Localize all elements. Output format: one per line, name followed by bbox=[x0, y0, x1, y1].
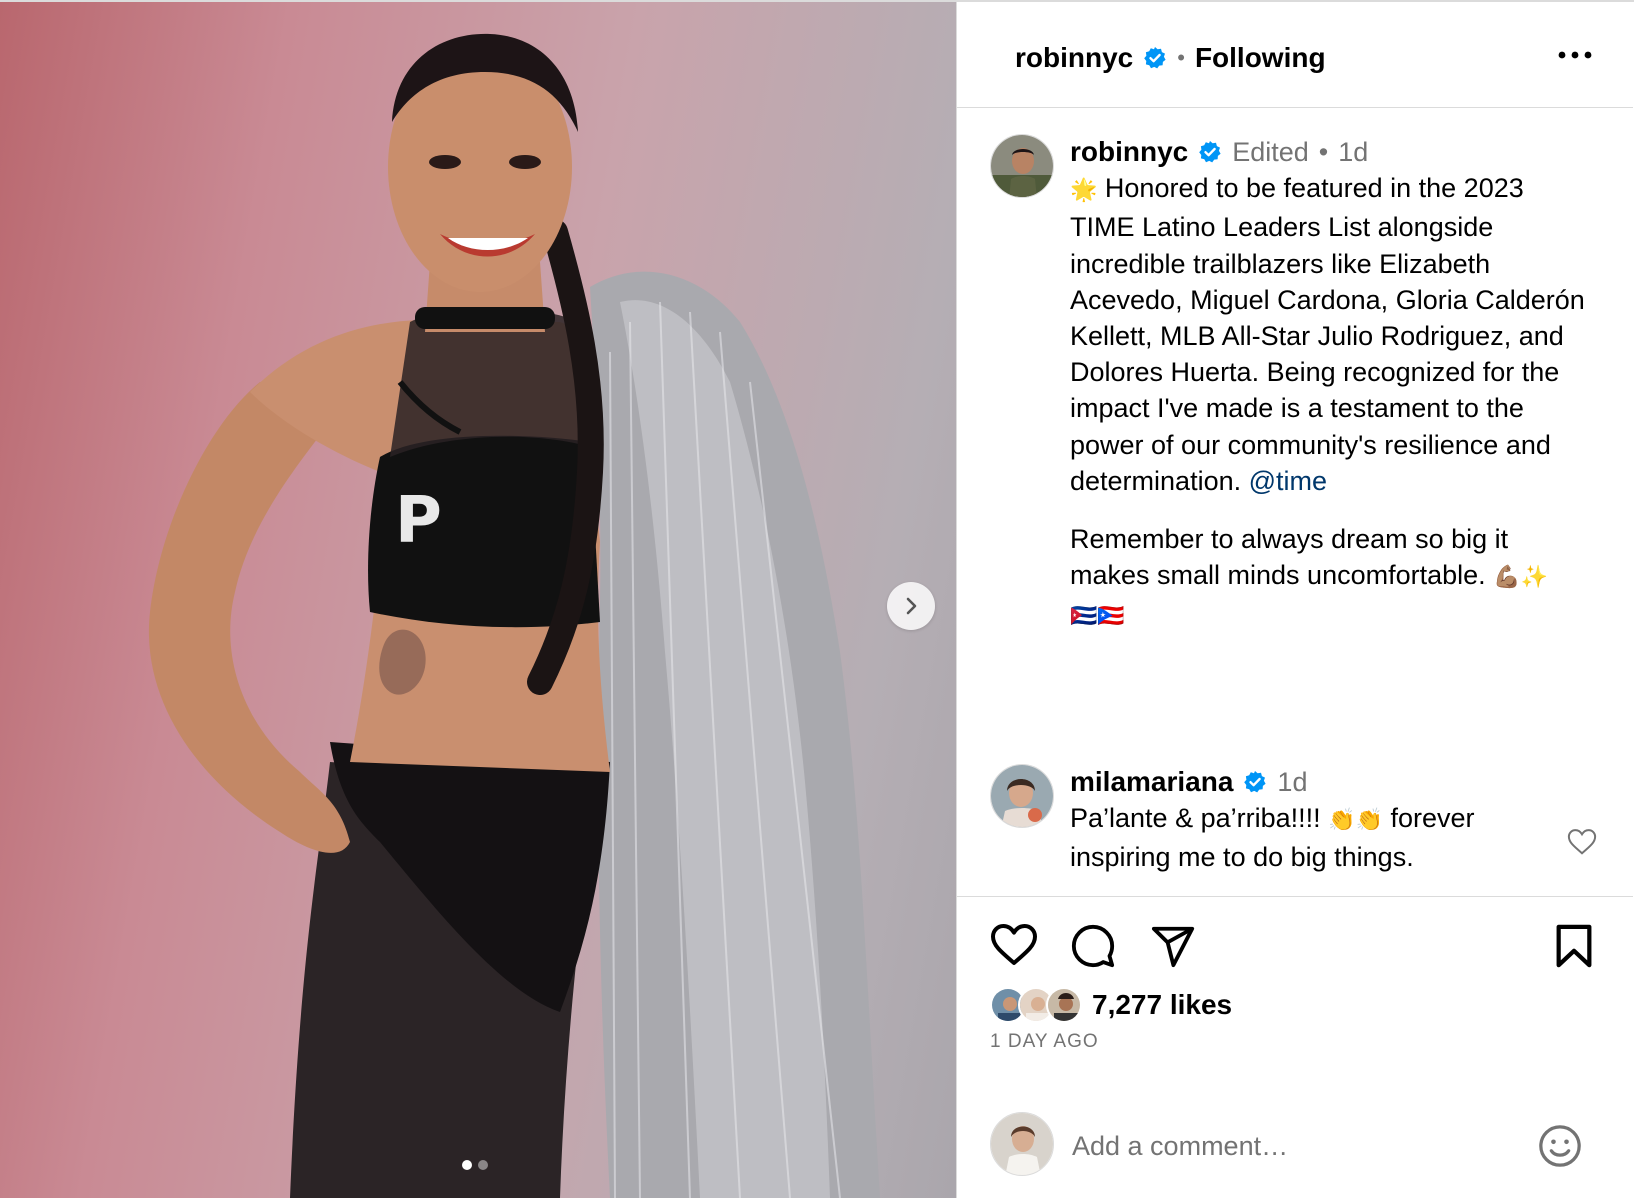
post-side-panel: robinnyc • Following robinnyc Edited • 1… bbox=[957, 2, 1633, 1198]
caption-time[interactable]: 1d bbox=[1338, 134, 1368, 170]
carousel-next-button[interactable] bbox=[887, 582, 935, 630]
carousel-dot-active bbox=[462, 1160, 472, 1170]
header-separator: • bbox=[1177, 45, 1185, 70]
verified-badge-icon bbox=[1244, 771, 1267, 793]
likes-row: 7,277 likes bbox=[990, 987, 1232, 1023]
add-comment-bar bbox=[957, 1100, 1633, 1198]
bookmark-icon bbox=[1556, 924, 1592, 968]
chevron-right-icon bbox=[906, 597, 917, 615]
more-options-button[interactable] bbox=[1555, 40, 1595, 70]
star-emoji: 🌟 bbox=[1070, 178, 1098, 204]
caption-username[interactable]: robinnyc bbox=[1070, 134, 1188, 170]
header-user: robinnyc • Following bbox=[1015, 42, 1326, 74]
caption-trailing-emojis: 💪🏽✨ bbox=[1493, 565, 1548, 591]
share-button[interactable] bbox=[1150, 923, 1196, 974]
carousel-dot bbox=[478, 1160, 488, 1170]
smiley-icon bbox=[1539, 1125, 1581, 1167]
caption-paragraph-1: 🌟 Honored to be featured in the 2023 TIM… bbox=[1070, 170, 1590, 499]
likes-count[interactable]: 7,277 likes bbox=[1092, 989, 1232, 1021]
send-icon bbox=[1151, 926, 1195, 968]
comment-button[interactable] bbox=[1070, 923, 1116, 974]
author-avatar[interactable] bbox=[990, 134, 1054, 198]
caption-flag-emojis: 🇨🇺🇵🇷 bbox=[1070, 604, 1125, 630]
carousel-indicator bbox=[462, 1160, 488, 1170]
verified-badge-icon bbox=[1144, 47, 1166, 69]
caption-main-text: Honored to be featured in the 2023 TIME … bbox=[1070, 173, 1585, 496]
add-comment-input[interactable] bbox=[1072, 1124, 1492, 1168]
comment-emojis: 👏👏 bbox=[1328, 808, 1383, 834]
header-username[interactable]: robinnyc bbox=[1015, 42, 1133, 74]
comment-text-start: Pa’lante & pa’rriba!!!! bbox=[1070, 803, 1321, 834]
mention-link[interactable]: @time bbox=[1249, 466, 1327, 496]
current-user-avatar bbox=[990, 1112, 1054, 1176]
more-horizontal-icon bbox=[1558, 51, 1592, 59]
commenter-avatar-image bbox=[991, 765, 1053, 827]
comment-icon bbox=[1071, 924, 1115, 968]
post-header: robinnyc • Following bbox=[957, 2, 1633, 108]
post-caption: robinnyc Edited • 1d 🌟 Honored to be fea… bbox=[1070, 134, 1590, 636]
caption-paragraph-2: Remember to always dream so big it makes… bbox=[1070, 521, 1590, 636]
comment-time[interactable]: 1d bbox=[1277, 764, 1307, 800]
like-button[interactable] bbox=[990, 923, 1038, 972]
comment-like-button[interactable] bbox=[1567, 828, 1597, 861]
instagram-post: P robinnyc • Following robinnyc Edited •… bbox=[0, 0, 1634, 1198]
caption-separator: • bbox=[1318, 137, 1329, 167]
save-button[interactable] bbox=[1553, 923, 1595, 974]
commenter-username[interactable]: milamariana bbox=[1070, 764, 1233, 800]
author-avatar-image bbox=[991, 135, 1053, 197]
post-media[interactable]: P bbox=[0, 2, 957, 1198]
verified-badge-icon bbox=[1199, 141, 1221, 163]
current-user-avatar-image bbox=[991, 1113, 1053, 1175]
commenter-avatar[interactable] bbox=[990, 764, 1054, 828]
comment-item: milamariana 1d Pa’lante & pa’rriba!!!! 👏… bbox=[1070, 764, 1540, 876]
emoji-picker-button[interactable] bbox=[1537, 1123, 1583, 1174]
comment-body: Pa’lante & pa’rriba!!!! 👏👏 forever inspi… bbox=[1070, 800, 1540, 875]
comment-head: milamariana 1d bbox=[1070, 764, 1540, 800]
caption-second-text: Remember to always dream so big it makes… bbox=[1070, 524, 1509, 591]
heart-icon bbox=[991, 924, 1037, 965]
post-timestamp: 1 DAY AGO bbox=[990, 1031, 1099, 1052]
heart-icon bbox=[1567, 829, 1597, 855]
post-photo: P bbox=[148, 33, 880, 1198]
following-button[interactable]: Following bbox=[1195, 42, 1326, 74]
comments-area[interactable]: robinnyc Edited • 1d 🌟 Honored to be fea… bbox=[957, 108, 1633, 896]
liker-avatar bbox=[1046, 987, 1082, 1023]
caption-head: robinnyc Edited • 1d bbox=[1070, 134, 1590, 170]
caption-edited-label: Edited bbox=[1232, 137, 1309, 167]
svg-text:P: P bbox=[395, 484, 442, 558]
liker-avatar-image bbox=[1048, 989, 1080, 1021]
